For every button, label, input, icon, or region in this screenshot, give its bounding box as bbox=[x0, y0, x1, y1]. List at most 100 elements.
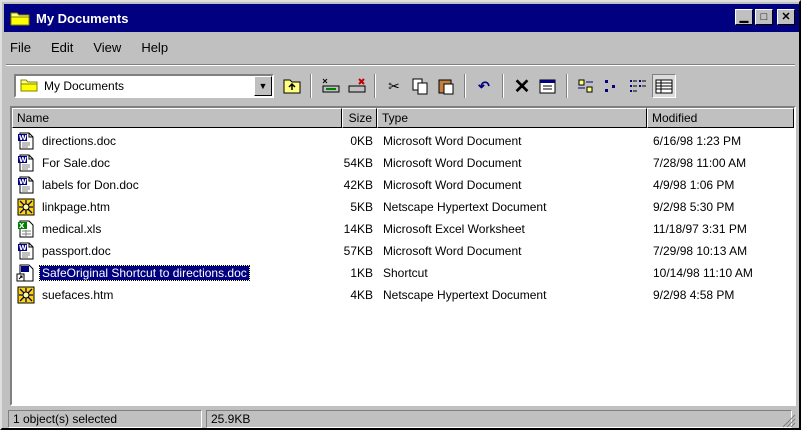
close-icon: ✕ bbox=[781, 10, 791, 23]
file-name: SafeOriginal Shortcut to directions.doc bbox=[39, 265, 250, 281]
list-view-button[interactable] bbox=[626, 74, 650, 98]
close-button[interactable]: ✕ bbox=[777, 9, 795, 25]
map-network-drive-button[interactable] bbox=[318, 74, 342, 98]
menu-edit-label: Edit bbox=[50, 40, 74, 55]
file-name-cell: linkpage.htm bbox=[12, 198, 342, 216]
list-item[interactable]: SafeOriginal Shortcut to directions.doc 1… bbox=[12, 262, 794, 284]
list-item[interactable]: Wdirections.doc 0KB Microsoft Word Documen… bbox=[12, 130, 794, 152]
menu-divider bbox=[6, 64, 795, 66]
file-name-cell: Xmedical.xls bbox=[12, 220, 342, 238]
list-item[interactable]: W For Sale.doc 54KB Microsoft Word Document… bbox=[12, 152, 794, 174]
file-name: medical.xls bbox=[42, 222, 102, 236]
details-view-button[interactable] bbox=[652, 74, 676, 98]
netscape-htm-icon bbox=[16, 198, 36, 216]
shortcut-icon bbox=[16, 264, 36, 282]
list-item[interactable]: linkpage.htm 5KB Netscape Hypertext Docume… bbox=[12, 196, 794, 218]
cut-button[interactable]: ✂ bbox=[382, 74, 406, 98]
list-icon bbox=[630, 80, 646, 92]
large-icons-icon bbox=[578, 79, 593, 93]
maximize-icon: □ bbox=[760, 10, 768, 23]
file-size: 0KB bbox=[350, 134, 373, 148]
word-doc-icon: W bbox=[16, 132, 36, 150]
window-title: My Documents bbox=[36, 10, 129, 26]
large-icons-button[interactable] bbox=[574, 74, 598, 98]
menu-view[interactable]: View bbox=[91, 40, 123, 60]
menu-edit[interactable]: Edit bbox=[49, 40, 75, 60]
toolbar-separator bbox=[310, 74, 312, 98]
svg-text:W: W bbox=[19, 156, 27, 164]
column-header-modified[interactable]: Modified bbox=[647, 108, 794, 128]
disconnect-drive-button[interactable] bbox=[344, 74, 368, 98]
svg-text:W: W bbox=[19, 178, 27, 186]
svg-text:W: W bbox=[19, 244, 27, 252]
file-name: For Sale.doc bbox=[42, 156, 111, 170]
small-icons-button[interactable] bbox=[600, 74, 624, 98]
small-icons-icon bbox=[605, 80, 615, 92]
file-list[interactable]: Name Size Type Modified Wdirections.doc 0… bbox=[10, 106, 796, 406]
file-size: 5KB bbox=[350, 200, 373, 214]
dropdown-arrow-button[interactable]: ▼ bbox=[254, 76, 272, 96]
properties-button[interactable] bbox=[536, 74, 560, 98]
file-size: 1KB bbox=[350, 266, 373, 280]
menu-bar: File Edit View Help bbox=[8, 40, 170, 60]
address-dropdown[interactable]: My Documents ▼ bbox=[14, 74, 274, 98]
minimize-button[interactable]: ▁ bbox=[735, 9, 753, 25]
details-icon bbox=[655, 79, 673, 94]
column-header-size[interactable]: Size bbox=[342, 108, 377, 128]
status-bar: 1 object(s) selected 25.9KB bbox=[8, 410, 798, 430]
netscape-htm-icon bbox=[16, 286, 36, 304]
column-header-type[interactable]: Type bbox=[377, 108, 647, 128]
toolbar-separator bbox=[566, 74, 568, 98]
word-doc-icon: W bbox=[16, 154, 36, 172]
copy-button[interactable] bbox=[408, 74, 432, 98]
explorer-window: My Documents ▁ □ ✕ File Edit View Help M… bbox=[0, 0, 801, 430]
file-type: Netscape Hypertext Document bbox=[383, 288, 547, 302]
menu-file[interactable]: File bbox=[8, 40, 33, 60]
list-item[interactable]: Wpassport.doc 57KB Microsoft Word Document… bbox=[12, 240, 794, 262]
cut-icon: ✂ bbox=[388, 77, 400, 94]
menu-file-label: File bbox=[10, 40, 31, 55]
paste-button[interactable] bbox=[434, 74, 458, 98]
address-value: My Documents bbox=[44, 79, 125, 93]
file-name-cell: suefaces.htm bbox=[12, 286, 342, 304]
toolbar: My Documents ▼ ✂ ↶ ✕ bbox=[8, 72, 794, 100]
file-size: 14KB bbox=[343, 222, 373, 236]
disconnect-drive-icon bbox=[348, 78, 366, 93]
file-type: Microsoft Word Document bbox=[383, 156, 522, 170]
list-header: Name Size Type Modified bbox=[12, 108, 794, 128]
copy-icon bbox=[412, 78, 428, 95]
title-bar[interactable]: My Documents ▁ □ ✕ bbox=[4, 4, 799, 32]
column-header-name[interactable]: Name bbox=[12, 108, 342, 128]
file-name-cell: W For Sale.doc bbox=[12, 154, 342, 172]
toolbar-separator bbox=[464, 74, 466, 98]
file-name: suefaces.htm bbox=[42, 288, 114, 302]
list-item[interactable]: Xmedical.xls 14KB Microsoft Excel Workshee… bbox=[12, 218, 794, 240]
file-type: Microsoft Word Document bbox=[383, 178, 522, 192]
menu-view-label: View bbox=[93, 40, 122, 55]
file-name: passport.doc bbox=[42, 244, 111, 258]
list-item[interactable]: suefaces.htm 4KB Netscape Hypertext Docume… bbox=[12, 284, 794, 306]
maximize-button[interactable]: □ bbox=[755, 9, 773, 25]
file-name-cell: SafeOriginal Shortcut to directions.doc bbox=[12, 264, 342, 282]
svg-text:W: W bbox=[19, 134, 27, 142]
undo-icon: ↶ bbox=[478, 77, 490, 94]
delete-button[interactable]: ✕ bbox=[510, 74, 534, 98]
up-folder-icon bbox=[283, 79, 301, 94]
excel-xls-icon: X bbox=[16, 220, 36, 238]
file-size: 57KB bbox=[343, 244, 373, 258]
up-one-level-button[interactable] bbox=[280, 74, 304, 98]
file-name: labels for Don.doc bbox=[42, 178, 139, 192]
word-doc-icon: W bbox=[16, 242, 36, 260]
undo-button[interactable]: ↶ bbox=[472, 74, 496, 98]
menu-help[interactable]: Help bbox=[139, 40, 170, 60]
file-type: Microsoft Word Document bbox=[383, 134, 522, 148]
file-modified: 7/29/98 10:13 AM bbox=[653, 244, 748, 258]
file-name-cell: Wlabels for Don.doc bbox=[12, 176, 342, 194]
file-modified: 9/2/98 5:30 PM bbox=[653, 200, 735, 214]
file-modified: 11/18/97 3:31 PM bbox=[653, 222, 747, 236]
list-item[interactable]: Wlabels for Don.doc 42KB Microsoft Word Do… bbox=[12, 174, 794, 196]
delete-icon: ✕ bbox=[513, 75, 531, 98]
resize-grip-icon[interactable] bbox=[782, 414, 796, 428]
file-modified: 10/14/98 11:10 AM bbox=[653, 266, 753, 280]
file-modified: 6/16/98 1:23 PM bbox=[653, 134, 742, 148]
